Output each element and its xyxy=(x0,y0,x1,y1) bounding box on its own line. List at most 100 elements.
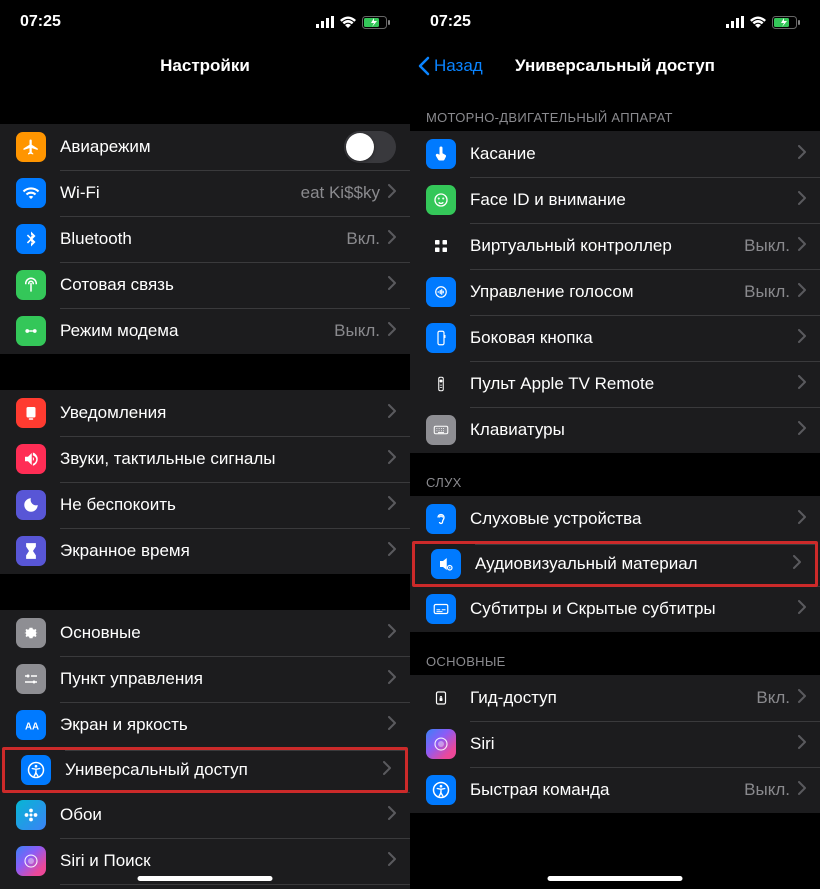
lock-icon xyxy=(426,683,456,713)
row-av[interactable]: Аудиовизуальный материал xyxy=(412,541,818,587)
row-notifications[interactable]: Уведомления xyxy=(0,390,410,436)
chevron-right-icon xyxy=(388,852,396,871)
chevron-right-icon xyxy=(388,670,396,689)
settings-screen: 07:25 Настройки АвиарежимWi-Fieat Ki$$ky… xyxy=(0,0,410,889)
row-face-attn[interactable]: Face ID и внимание xyxy=(410,177,820,223)
chevron-right-icon xyxy=(388,624,396,643)
accessibility-group-motor: Касание Face ID и внимание Виртуальный кон… xyxy=(410,131,820,453)
wifi-signal-icon xyxy=(340,16,356,28)
row-label: Боковая кнопка xyxy=(470,328,798,348)
page-title: Универсальный доступ xyxy=(515,56,715,76)
row-detail: Вкл. xyxy=(756,688,790,708)
row-label: Управление голосом xyxy=(470,282,744,302)
subtitle-icon xyxy=(426,594,456,624)
row-apple-tv[interactable]: Пульт Apple TV Remote xyxy=(410,361,820,407)
status-time: 07:25 xyxy=(430,13,471,31)
row-hotspot[interactable]: Режим модемаВыкл. xyxy=(0,308,410,354)
row-label: Пункт управления xyxy=(60,669,388,689)
chevron-right-icon xyxy=(388,184,396,203)
row-label: Bluetooth xyxy=(60,229,346,249)
wifi-signal-icon xyxy=(750,16,766,28)
row-siri2[interactable]: Siri xyxy=(410,721,820,767)
cellular-icon xyxy=(16,270,46,300)
accessibility-group-hearing: Слуховые устройства Аудиовизуальный матер… xyxy=(410,496,820,632)
hotspot-icon xyxy=(16,316,46,346)
cellular-signal-icon xyxy=(726,16,744,28)
row-label: Авиарежим xyxy=(60,137,344,157)
row-label: Экранное время xyxy=(60,541,388,561)
row-label: Аудиовизуальный материал xyxy=(475,554,793,574)
row-switch-ctrl[interactable]: Виртуальный контроллерВыкл. xyxy=(410,223,820,269)
row-subtitles[interactable]: Субтитры и Скрытые субтитры xyxy=(410,586,820,632)
row-dnd[interactable]: Не беспокоить xyxy=(0,482,410,528)
row-detail: Выкл. xyxy=(744,236,790,256)
chevron-right-icon xyxy=(798,735,806,754)
nav-header: Назад Универсальный доступ xyxy=(410,44,820,88)
settings-group-2: Уведомления Звуки, тактильные сигналы Не б… xyxy=(0,390,410,574)
row-accessibility[interactable]: Универсальный доступ xyxy=(2,747,408,793)
chevron-right-icon xyxy=(388,496,396,515)
row-label: Универсальный доступ xyxy=(65,760,383,780)
wifi-icon xyxy=(16,178,46,208)
chevron-right-icon xyxy=(798,510,806,529)
row-bluetooth[interactable]: BluetoothВкл. xyxy=(0,216,410,262)
chevron-right-icon xyxy=(798,421,806,440)
row-label: Основные xyxy=(60,623,388,643)
row-sounds[interactable]: Звуки, тактильные сигналы xyxy=(0,436,410,482)
toggle[interactable] xyxy=(344,131,396,163)
row-label: Клавиатуры xyxy=(470,420,798,440)
chevron-right-icon xyxy=(798,600,806,619)
status-indicators xyxy=(316,16,390,29)
chevron-right-icon xyxy=(798,145,806,164)
row-label: Субтитры и Скрытые субтитры xyxy=(470,599,798,619)
section-header-general: ОСНОВНЫЕ xyxy=(410,632,820,675)
row-wifi[interactable]: Wi-Fieat Ki$$ky xyxy=(0,170,410,216)
row-detail: Выкл. xyxy=(744,780,790,800)
grid-icon xyxy=(426,231,456,261)
row-touch[interactable]: Касание xyxy=(410,131,820,177)
row-faceid[interactable]: Face ID и код-пароль xyxy=(0,884,410,889)
row-label: Уведомления xyxy=(60,403,388,423)
svg-text:AA: AA xyxy=(25,722,39,733)
row-label: Обои xyxy=(60,805,388,825)
row-keyboards[interactable]: Клавиатуры xyxy=(410,407,820,453)
chevron-right-icon xyxy=(798,689,806,708)
moon-icon xyxy=(16,490,46,520)
hourglass-icon xyxy=(16,536,46,566)
row-general[interactable]: Основные xyxy=(0,610,410,656)
ear-icon xyxy=(426,504,456,534)
row-controlcenter[interactable]: Пункт управления xyxy=(0,656,410,702)
chevron-right-icon xyxy=(388,542,396,561)
text-icon: AA xyxy=(16,710,46,740)
row-cellular[interactable]: Сотовая связь xyxy=(0,262,410,308)
row-guided[interactable]: Гид-доступВкл. xyxy=(410,675,820,721)
home-indicator[interactable] xyxy=(138,876,273,881)
row-voice-ctrl[interactable]: Управление голосомВыкл. xyxy=(410,269,820,315)
chevron-right-icon xyxy=(798,283,806,302)
row-wallpaper[interactable]: Обои xyxy=(0,792,410,838)
row-label: Siri xyxy=(470,734,798,754)
row-label: Быстрая команда xyxy=(470,780,744,800)
section-header-motor: МОТОРНО-ДВИГАТЕЛЬНЫЙ АППАРАТ xyxy=(410,88,820,131)
row-hearing[interactable]: Слуховые устройства xyxy=(410,496,820,542)
chevron-right-icon xyxy=(388,716,396,735)
row-side-button[interactable]: Боковая кнопка xyxy=(410,315,820,361)
gear-icon xyxy=(16,618,46,648)
row-label: Экран и яркость xyxy=(60,715,388,735)
touch-icon xyxy=(426,139,456,169)
row-shortcut[interactable]: Быстрая командаВыкл. xyxy=(410,767,820,813)
row-screentime[interactable]: Экранное время xyxy=(0,528,410,574)
bell-icon xyxy=(16,398,46,428)
row-label: Wi-Fi xyxy=(60,183,301,203)
row-label: Звуки, тактильные сигналы xyxy=(60,449,388,469)
row-detail: eat Ki$$ky xyxy=(301,183,380,203)
row-display[interactable]: AA Экран и яркость xyxy=(0,702,410,748)
chevron-right-icon xyxy=(388,322,396,341)
back-button[interactable]: Назад xyxy=(418,56,483,76)
row-airplane[interactable]: Авиарежим xyxy=(0,124,410,170)
home-indicator[interactable] xyxy=(548,876,683,881)
chevron-right-icon xyxy=(798,191,806,210)
airplane-icon xyxy=(16,132,46,162)
switches-icon xyxy=(16,664,46,694)
row-label: Face ID и внимание xyxy=(470,190,798,210)
